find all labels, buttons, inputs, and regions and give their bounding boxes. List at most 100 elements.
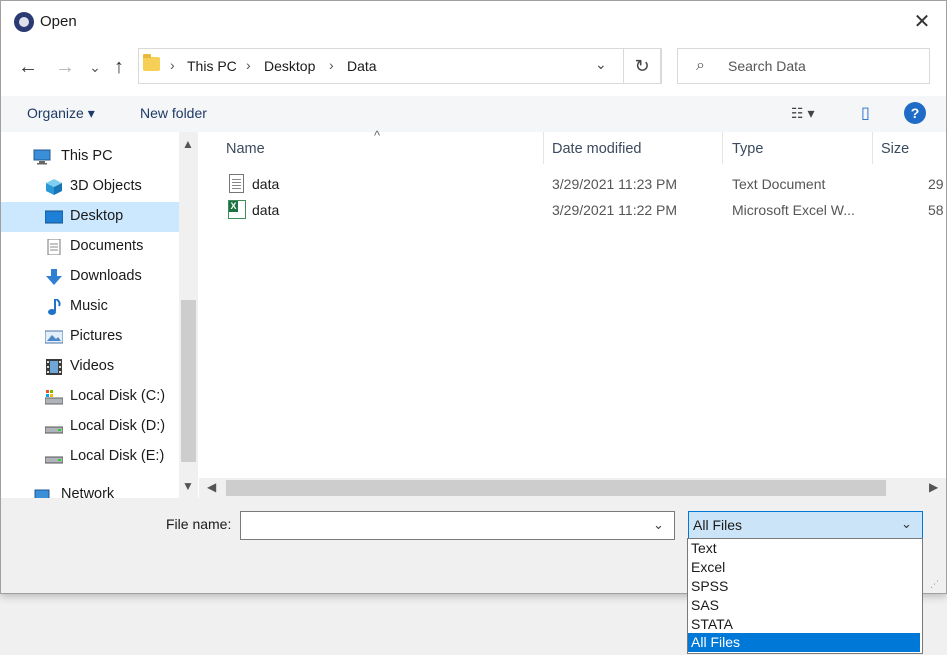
document-icon — [47, 239, 61, 255]
column-header-date-modified[interactable]: Date modified — [552, 141, 641, 157]
sidebar-item-downloads[interactable]: Downloads — [1, 262, 179, 292]
sidebar-item-pictures[interactable]: Pictures — [1, 322, 179, 352]
filetype-option-sas[interactable]: SAS — [688, 596, 920, 615]
open-dialog: Open ✕ ← → ⌄ ↑ › This PC › Desktop › Dat… — [0, 0, 947, 594]
close-button[interactable]: ✕ — [907, 9, 937, 35]
sidebar-item-label: Music — [70, 298, 108, 314]
breadcrumb-separator-icon: › — [170, 57, 175, 73]
sidebar-item-label: Local Disk (D:) — [70, 418, 166, 434]
file-list-horizontal-scrollbar[interactable]: ◀ ▶ — [199, 478, 946, 498]
sidebar-item-label: Network — [61, 486, 115, 498]
filetype-option-spss[interactable]: SPSS — [688, 577, 920, 596]
file-date: 3/29/2021 11:23 PM — [552, 176, 678, 192]
forward-button[interactable]: → — [51, 53, 79, 81]
filetype-option-all-files[interactable]: All Files — [688, 633, 920, 652]
window-title: Open — [40, 13, 77, 30]
file-type-select[interactable]: All Files ⌄ — [688, 511, 923, 540]
scroll-down-icon[interactable]: ▼ — [182, 479, 194, 493]
resize-grip-icon[interactable]: ⋰ — [930, 579, 942, 591]
breadcrumb-desktop[interactable]: Desktop — [264, 58, 315, 74]
filetype-option-stata[interactable]: STATA — [688, 615, 920, 634]
search-placeholder: Search Data — [728, 58, 806, 74]
sidebar-item-local-disk-e[interactable]: Local Disk (E:) — [1, 442, 179, 472]
new-folder-button[interactable]: New folder — [140, 105, 207, 121]
disk-icon — [45, 426, 63, 434]
file-type-value: All Files — [693, 517, 743, 533]
sidebar-item-local-disk-c[interactable]: Local Disk (C:) — [1, 382, 179, 412]
sidebar-item-this-pc[interactable]: This PC — [1, 142, 179, 172]
sidebar-item-3d-objects[interactable]: 3D Objects — [1, 172, 179, 202]
column-header-name[interactable]: Name — [226, 141, 265, 157]
chevron-down-icon[interactable]: ⌄ — [653, 517, 664, 533]
sidebar-item-label: Downloads — [70, 268, 142, 284]
file-name-input[interactable]: ⌄ — [240, 511, 675, 540]
file-name: data — [252, 176, 280, 192]
file-type: Microsoft Excel W... — [732, 202, 855, 218]
file-list: ^ Name Date modified Type Size data 3/29… — [199, 128, 946, 478]
refresh-button[interactable]: ↻ — [623, 48, 661, 84]
sidebar-item-local-disk-d[interactable]: Local Disk (D:) — [1, 412, 179, 442]
filetype-option-excel[interactable]: Excel — [688, 558, 920, 577]
sidebar-item-desktop[interactable]: Desktop — [1, 202, 179, 232]
breadcrumb-this-pc[interactable]: This PC — [187, 58, 237, 74]
organize-button[interactable]: Organize ▾ — [27, 105, 95, 122]
column-header-type[interactable]: Type — [732, 141, 763, 157]
file-date: 3/29/2021 11:22 PM — [552, 202, 678, 218]
column-header-size[interactable]: Size — [881, 141, 909, 157]
file-size: 58 — [928, 202, 944, 218]
sidebar-item-label: Pictures — [70, 328, 123, 344]
sort-ascending-icon: ^ — [374, 128, 381, 143]
picture-icon — [45, 330, 63, 344]
sidebar-item-documents[interactable]: Documents — [1, 232, 179, 262]
file-name-label: File name: — [166, 516, 232, 532]
scroll-right-icon[interactable]: ▶ — [929, 480, 938, 494]
column-divider[interactable] — [872, 132, 873, 164]
search-icon: ⌕ — [696, 57, 705, 74]
cube-icon — [46, 179, 62, 195]
app-icon — [14, 12, 34, 32]
address-bar[interactable]: › This PC › Desktop › Data ⌄ — [138, 48, 662, 84]
file-type: Text Document — [732, 176, 826, 192]
text-file-icon — [229, 174, 244, 193]
pc-icon — [33, 149, 51, 165]
sidebar-item-label: Videos — [70, 358, 115, 374]
video-icon — [46, 359, 62, 375]
sidebar-item-label: 3D Objects — [70, 178, 142, 194]
navigation-pane: This PC 3D Objects Desktop Documents Dow… — [1, 132, 199, 498]
table-row[interactable]: data 3/29/2021 11:23 PM Text Document 29 — [199, 172, 946, 198]
column-divider[interactable] — [722, 132, 723, 164]
change-view-icon[interactable]: ☷ ▾ — [791, 105, 814, 122]
sidebar-item-label: Documents — [70, 238, 144, 254]
column-divider[interactable] — [543, 132, 544, 164]
address-dropdown-icon[interactable]: ⌄ — [595, 56, 607, 73]
search-input[interactable]: ⌕ Search Data — [677, 48, 930, 84]
chevron-down-icon[interactable]: ⌄ — [901, 516, 912, 532]
scrollbar-thumb[interactable] — [226, 480, 886, 496]
file-name: data — [252, 202, 280, 218]
sidebar-item-network[interactable]: Network — [1, 482, 179, 498]
preview-pane-icon[interactable]: ▯ — [861, 103, 870, 123]
up-button[interactable]: ↑ — [105, 53, 133, 81]
breadcrumb-data[interactable]: Data — [347, 58, 377, 74]
excel-file-icon — [228, 200, 246, 219]
command-toolbar: Organize ▾ New folder ☷ ▾ ▯ ? — [1, 96, 946, 132]
scroll-up-icon[interactable]: ▲ — [182, 137, 194, 151]
desktop-icon — [45, 210, 63, 224]
table-row[interactable]: data 3/29/2021 11:22 PM Microsoft Excel … — [199, 198, 946, 224]
breadcrumb-separator-icon: › — [246, 57, 251, 73]
sidebar-item-label: Local Disk (C:) — [70, 388, 166, 404]
sidebar-item-label: Desktop — [70, 208, 124, 224]
filetype-option-text[interactable]: Text — [688, 539, 920, 558]
scroll-left-icon[interactable]: ◀ — [207, 480, 216, 494]
disk-icon — [45, 390, 63, 405]
folder-icon — [143, 54, 160, 71]
sidebar-item-videos[interactable]: Videos — [1, 352, 179, 382]
music-icon — [48, 299, 61, 315]
back-button[interactable]: ← — [14, 53, 42, 81]
sidebar-item-music[interactable]: Music — [1, 292, 179, 322]
help-icon[interactable]: ? — [904, 102, 926, 124]
sidebar-item-label: Local Disk (E:) — [70, 448, 165, 464]
download-icon — [46, 269, 62, 285]
scrollbar-thumb[interactable] — [181, 300, 196, 462]
sidebar-scrollbar[interactable]: ▲ ▼ — [179, 132, 198, 498]
